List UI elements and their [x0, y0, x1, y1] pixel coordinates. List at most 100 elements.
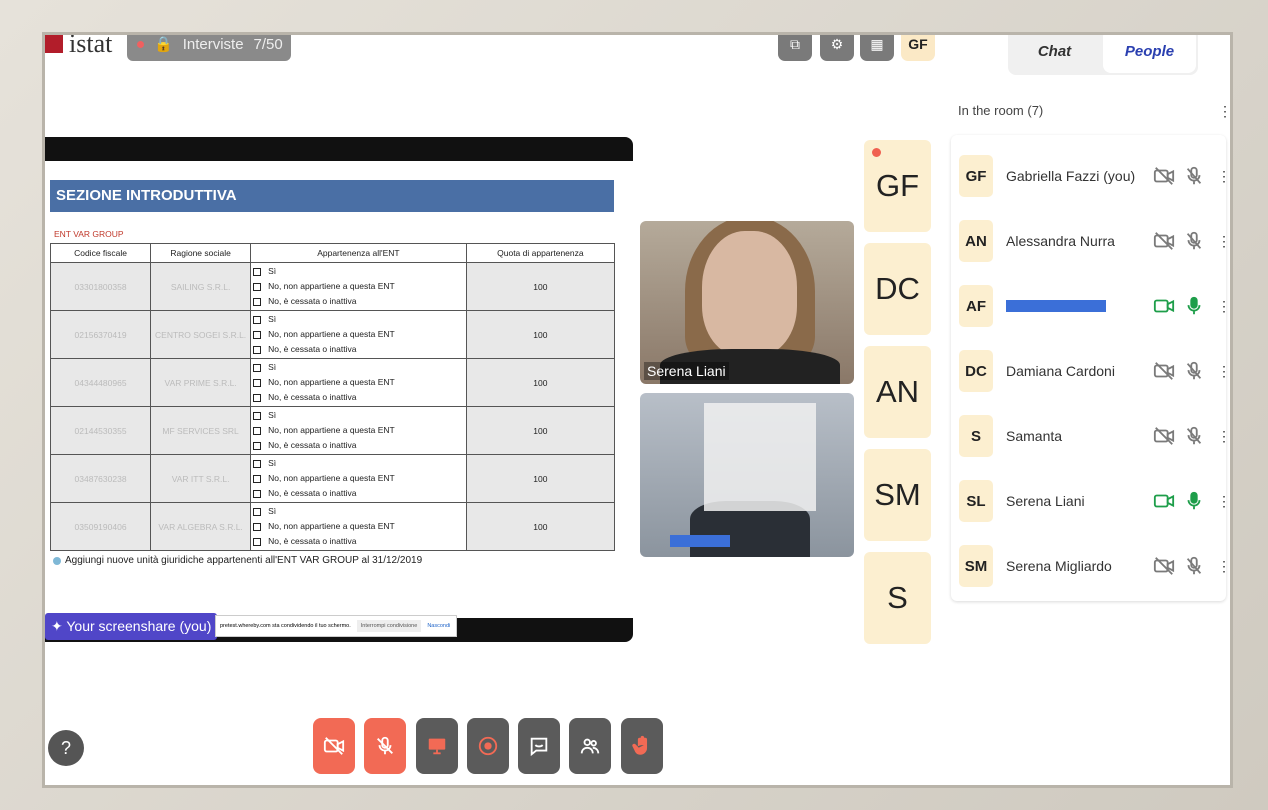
avatar-tile-s[interactable]: S: [864, 552, 931, 644]
option-label: No, non appartiene a questa ENT: [268, 425, 395, 435]
option-2[interactable]: No, è cessata o inattiva: [251, 390, 466, 405]
video-tile-redacted[interactable]: [640, 393, 854, 557]
participant-menu-icon[interactable]: ⋮: [1217, 298, 1230, 315]
people-button[interactable]: [569, 718, 611, 774]
screenshare-tag: ✦ Your screenshare (you): [45, 613, 218, 640]
camera-off-icon[interactable]: [1152, 229, 1176, 253]
avatar-tile-an[interactable]: AN: [864, 346, 931, 438]
option-1[interactable]: No, non appartiene a questa ENT: [251, 279, 466, 294]
tab-people[interactable]: People: [1103, 35, 1196, 73]
option-0[interactable]: Sì: [251, 504, 466, 519]
option-2[interactable]: No, è cessata o inattiva: [251, 294, 466, 309]
option-1[interactable]: No, non appartiene a questa ENT: [251, 423, 466, 438]
column-header: Appartenenza all'ENT: [250, 243, 467, 263]
participant-name: Gabriella Fazzi (you): [1006, 168, 1136, 184]
participant-row[interactable]: S Samanta ⋮: [959, 411, 1230, 461]
participant-name: Damiana Cardoni: [1006, 363, 1115, 379]
mic-off-icon[interactable]: [1182, 359, 1206, 383]
option-label: No, non appartiene a questa ENT: [268, 473, 395, 483]
participant-menu-icon[interactable]: ⋮: [1217, 428, 1230, 445]
mic-off-button[interactable]: [364, 718, 406, 774]
avatar-tile-sm[interactable]: SM: [864, 449, 931, 541]
option-label: Sì: [268, 506, 277, 516]
option-1[interactable]: No, non appartiene a questa ENT: [251, 471, 466, 486]
avatar-tile-dc[interactable]: DC: [864, 243, 931, 335]
ragione-sociale-cell: CENTRO SOGEI S.R.L.: [150, 310, 252, 359]
share-notice-text: pretest.whereby.com sta condividendo il …: [220, 623, 351, 629]
camera-off-icon[interactable]: [1152, 359, 1176, 383]
checkbox-icon: [253, 267, 262, 276]
stop-sharing-button[interactable]: Interrompi condivisione: [356, 620, 422, 632]
chat-button[interactable]: [518, 718, 560, 774]
raise-hand-button[interactable]: [621, 718, 663, 774]
participant-row[interactable]: SL Serena Liani ⋮: [959, 476, 1230, 526]
camera-off-icon[interactable]: [1152, 554, 1176, 578]
option-0[interactable]: Sì: [251, 264, 466, 279]
record-button[interactable]: [467, 718, 509, 774]
mic-off-icon[interactable]: [1182, 554, 1206, 578]
option-2[interactable]: No, è cessata o inattiva: [251, 342, 466, 357]
logo-text: istat: [69, 35, 113, 58]
checkbox-icon: [253, 459, 262, 468]
option-2[interactable]: No, è cessata o inattiva: [251, 438, 466, 453]
participant-menu-icon[interactable]: ⋮: [1217, 363, 1230, 380]
tab-chat[interactable]: Chat: [1008, 35, 1101, 75]
table-row: 03487630238 VAR ITT S.R.L. Sì No, non appar…: [49, 454, 616, 503]
my-avatar[interactable]: GF: [901, 35, 935, 61]
option-1[interactable]: No, non appartiene a questa ENT: [251, 519, 466, 534]
participant-menu-icon[interactable]: ⋮: [1217, 493, 1230, 510]
participant-avatar: GF: [959, 155, 993, 197]
hide-button[interactable]: Nascondi: [427, 623, 450, 629]
option-2[interactable]: No, è cessata o inattiva: [251, 534, 466, 549]
section-title: SEZIONE INTRODUTTIVA: [50, 180, 614, 212]
camera-off-button[interactable]: [313, 718, 355, 774]
camera-icon[interactable]: [1152, 489, 1176, 513]
option-0[interactable]: Sì: [251, 360, 466, 375]
video-tile-serena[interactable]: Serena Liani: [640, 221, 854, 384]
option-2[interactable]: No, è cessata o inattiva: [251, 486, 466, 501]
option-label: Sì: [268, 314, 277, 324]
camera-icon[interactable]: [1152, 294, 1176, 318]
room-label: Interviste: [182, 35, 244, 53]
participant-menu-icon[interactable]: ⋮: [1217, 168, 1230, 185]
camera-off-icon[interactable]: [1152, 424, 1176, 448]
table-row: 03509190406 VAR ALGEBRA S.R.L. Sì No, non a…: [49, 502, 616, 551]
mic-icon[interactable]: [1182, 294, 1206, 318]
participant-menu-icon[interactable]: ⋮: [1217, 233, 1230, 250]
camera-off-icon[interactable]: [1152, 164, 1176, 188]
participant-row[interactable]: GF Gabriella Fazzi (you) ⋮: [959, 151, 1230, 201]
option-1[interactable]: No, non appartiene a questa ENT: [251, 327, 466, 342]
add-units-link[interactable]: Aggiungi nuove unità giuridiche apparten…: [53, 555, 422, 566]
settings-gear-icon[interactable]: ⚙: [820, 35, 854, 61]
option-0[interactable]: Sì: [251, 312, 466, 327]
codice-fiscale-cell: 03509190406: [49, 502, 152, 551]
mic-off-icon[interactable]: [1182, 164, 1206, 188]
appartenenza-cell: Sì No, non appartiene a questa ENT No, è c…: [250, 358, 467, 407]
codice-fiscale-cell: 02156370419: [49, 310, 152, 359]
participant-row[interactable]: AN Alessandra Nurra ⋮: [959, 216, 1230, 266]
participant-row[interactable]: AF ⋮: [959, 281, 1230, 331]
screenshare-button[interactable]: [416, 718, 458, 774]
room-count-label: In the room (7): [958, 103, 1044, 118]
more-menu-icon[interactable]: ⋮: [1218, 103, 1230, 120]
avatar-initials: DC: [875, 271, 920, 306]
mic-off-icon[interactable]: [1182, 229, 1206, 253]
option-label: No, è cessata o inattiva: [268, 344, 357, 354]
participant-row[interactable]: DC Damiana Cardoni ⋮: [959, 346, 1230, 396]
pip-icon[interactable]: ⧉: [778, 35, 812, 61]
option-0[interactable]: Sì: [251, 456, 466, 471]
mic-icon[interactable]: [1182, 489, 1206, 513]
help-button[interactable]: ?: [48, 730, 84, 766]
mic-off-icon[interactable]: [1182, 424, 1206, 448]
participant-row[interactable]: SM Serena Migliardo ⋮: [959, 541, 1230, 591]
checkbox-icon: [253, 363, 262, 372]
room-pill[interactable]: 🔒 Interviste 7/50: [127, 35, 291, 61]
participant-menu-icon[interactable]: ⋮: [1217, 558, 1230, 575]
option-0[interactable]: Sì: [251, 408, 466, 423]
option-1[interactable]: No, non appartiene a questa ENT: [251, 375, 466, 390]
grid-icon[interactable]: ▦: [860, 35, 894, 61]
avatar-tile-gf[interactable]: GF: [864, 140, 931, 232]
participant-name: Alessandra Nurra: [1006, 233, 1115, 249]
checkbox-icon: [253, 426, 262, 435]
checkbox-icon: [253, 522, 262, 531]
